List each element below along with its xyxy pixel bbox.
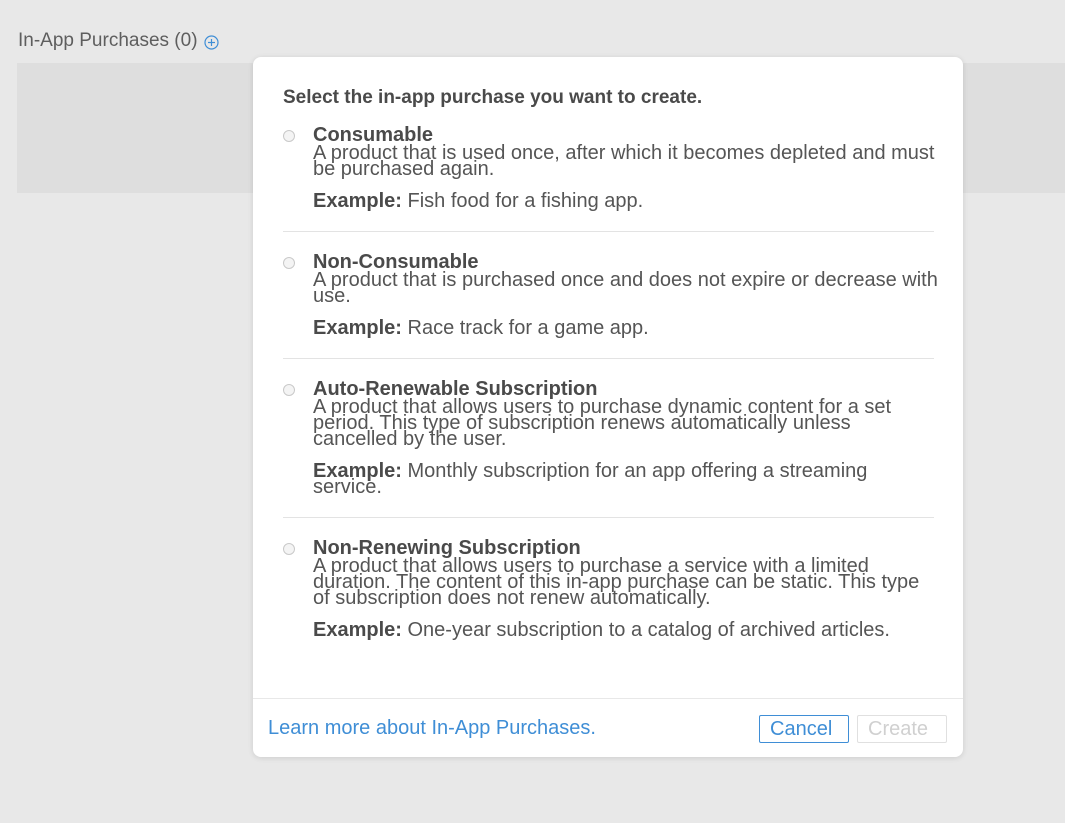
radio-auto-renewable[interactable] <box>283 384 295 396</box>
option-example: Example: Monthly subscription for an app… <box>313 461 938 497</box>
option-title: Consumable <box>313 124 434 146</box>
radio-consumable[interactable] <box>283 130 295 142</box>
option-title: Non-Renewing Subscription <box>313 537 581 559</box>
footer-divider <box>253 698 963 699</box>
create-iap-modal: Select the in-app purchase you want to c… <box>253 57 963 757</box>
add-circle-icon[interactable] <box>203 34 219 50</box>
option-example: Example: Race track for a game app. <box>313 317 938 339</box>
option-description: A product that is purchased once and doe… <box>313 269 938 307</box>
example-text: Race track for a game app. <box>407 317 649 339</box>
divider <box>283 358 934 359</box>
modal-title: Select the in-app purchase you want to c… <box>283 87 703 108</box>
option-description: A product that is used once, after which… <box>313 142 935 180</box>
option-title: Auto-Renewable Subscription <box>313 378 598 400</box>
example-label: Example: <box>313 317 402 339</box>
example-label: Example: <box>313 190 402 212</box>
create-button[interactable]: Create <box>857 715 947 743</box>
option-title: Non-Consumable <box>313 251 479 273</box>
divider <box>283 517 934 518</box>
example-text: Fish food for a fishing app. <box>407 190 644 212</box>
radio-non-renewing[interactable] <box>283 543 295 555</box>
page-title: In-App Purchases (0) <box>18 30 198 51</box>
divider <box>283 231 934 232</box>
page-header: In-App Purchases (0) <box>18 30 219 52</box>
example-label: Example: <box>313 619 402 641</box>
option-example: Example: One-year subscription to a cata… <box>313 619 938 641</box>
cancel-button[interactable]: Cancel <box>759 715 849 743</box>
example-text: One-year subscription to a catalog of ar… <box>407 619 890 641</box>
option-description: A product that allows users to purchase … <box>313 555 920 609</box>
option-example: Example: Fish food for a fishing app. <box>313 190 938 212</box>
radio-non-consumable[interactable] <box>283 257 295 269</box>
option-description: A product that allows users to purchase … <box>313 396 892 450</box>
learn-more-link[interactable]: Learn more about In-App Purchases. <box>268 717 596 740</box>
